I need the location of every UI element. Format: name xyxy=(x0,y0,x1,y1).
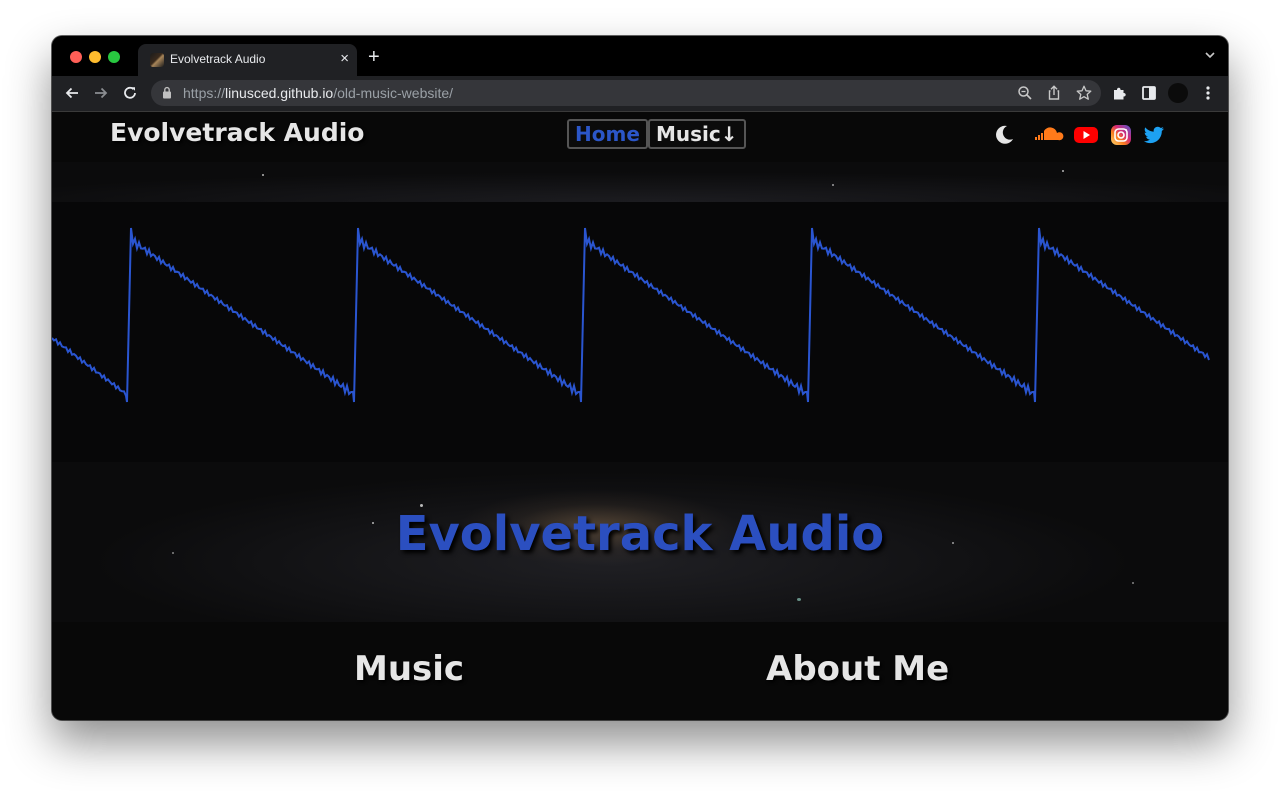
back-arrow-icon[interactable] xyxy=(63,84,81,102)
url-scheme: https:// xyxy=(183,85,226,101)
side-panel-icon[interactable] xyxy=(1140,84,1158,102)
section-heading-about[interactable]: About Me xyxy=(766,649,949,689)
address-bar[interactable]: https://linusced.github.io/old-music-web… xyxy=(151,80,1101,106)
tab-strip: Evolvetrack Audio × + xyxy=(52,36,1228,76)
url-host: linusced.github.io xyxy=(225,85,334,101)
maximize-window-button[interactable] xyxy=(108,51,120,63)
soundcloud-icon[interactable] xyxy=(1034,123,1064,147)
star xyxy=(1132,582,1134,584)
favicon-icon xyxy=(150,53,164,67)
waveform-svg xyxy=(52,227,1210,403)
nav-music-label: Music xyxy=(656,122,721,146)
extensions-puzzle-icon[interactable] xyxy=(1111,84,1129,102)
twitter-icon[interactable] xyxy=(1142,123,1166,147)
site-logo-text[interactable]: Evolvetrack Audio xyxy=(110,118,364,147)
star xyxy=(262,174,264,176)
star xyxy=(832,184,834,186)
share-icon[interactable] xyxy=(1045,84,1063,102)
tab-close-button[interactable]: × xyxy=(340,50,349,68)
arrow-down-icon: ↓ xyxy=(720,122,738,146)
sawtooth-wave-line xyxy=(52,227,1210,403)
browser-tab[interactable]: Evolvetrack Audio × xyxy=(138,44,357,76)
moon-icon[interactable] xyxy=(992,123,1016,147)
browser-toolbar: https://linusced.github.io/old-music-web… xyxy=(52,76,1228,112)
star xyxy=(797,598,801,601)
reload-icon[interactable] xyxy=(121,84,139,102)
section-heading-music[interactable]: Music xyxy=(354,649,464,689)
close-window-button[interactable] xyxy=(70,51,82,63)
hero-title: Evolvetrack Audio xyxy=(395,506,885,562)
url-path: /old-music-website/ xyxy=(333,85,454,101)
bookmark-star-icon[interactable] xyxy=(1075,84,1093,102)
nav-home-button[interactable]: Home xyxy=(567,119,648,149)
url-text[interactable]: https://linusced.github.io/old-music-web… xyxy=(183,85,453,101)
profile-avatar[interactable] xyxy=(1168,83,1188,103)
lock-icon[interactable] xyxy=(162,86,172,104)
tab-title: Evolvetrack Audio xyxy=(170,52,266,66)
waveform-visualizer xyxy=(52,202,1228,462)
youtube-icon[interactable] xyxy=(1073,123,1099,147)
web-page: Evolvetrack Audio Home Music↓ Evolvetrac… xyxy=(52,112,1228,720)
zoom-icon[interactable] xyxy=(1016,84,1034,102)
star xyxy=(1062,170,1064,172)
new-tab-button[interactable]: + xyxy=(368,47,380,67)
tab-search-chevron-icon[interactable] xyxy=(1204,48,1216,66)
minimize-window-button[interactable] xyxy=(89,51,101,63)
browser-window: Evolvetrack Audio × + https://linusced.g… xyxy=(52,36,1228,720)
nav-music-dropdown[interactable]: Music↓ xyxy=(648,119,746,149)
instagram-icon[interactable] xyxy=(1109,123,1133,147)
forward-arrow-icon[interactable] xyxy=(92,84,110,102)
menu-kebab-icon[interactable] xyxy=(1199,84,1217,102)
